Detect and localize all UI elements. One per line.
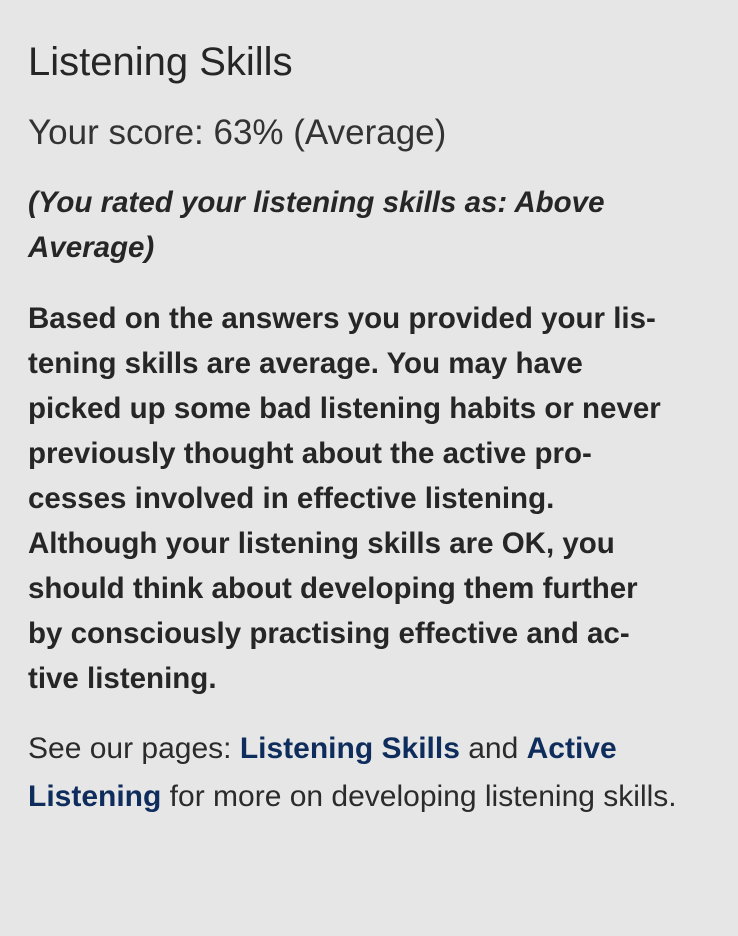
- feedback-line: tening skills are average. You may have: [28, 347, 583, 380]
- see-also-joiner: and: [459, 732, 527, 765]
- feedback-line: Based on the answers you provided your l…: [28, 302, 656, 335]
- feedback-text: Based on the answers you provided your l…: [28, 296, 710, 701]
- feedback-line: previously thought about the active pro-: [28, 437, 592, 470]
- listening-skills-link[interactable]: Listening Skills: [240, 732, 460, 765]
- feedback-line: by consciously practising effective and …: [28, 617, 630, 650]
- self-rating-text: (You rated your listening skills as: Abo…: [28, 186, 605, 264]
- see-also-text: See our pages: Listening Skills and Acti…: [28, 725, 710, 821]
- page-title: Listening Skills: [28, 40, 293, 84]
- feedback-line: picked up some bad listening habits or n…: [28, 392, 661, 425]
- see-also-prefix: See our pages:: [28, 732, 240, 765]
- feedback-line: tive listening.: [28, 662, 217, 695]
- score-text: Your score: 63% (Average): [28, 113, 447, 152]
- feedback-line: Although your listening skills are OK, y…: [28, 527, 615, 560]
- feedback-line: cesses involved in effective listening.: [28, 482, 555, 515]
- see-also-suffix: for more on developing listening skills.: [161, 780, 677, 813]
- result-card: Listening Skills Your score: 63% (Averag…: [0, 0, 738, 936]
- feedback-line: should think about developing them furth…: [28, 572, 638, 605]
